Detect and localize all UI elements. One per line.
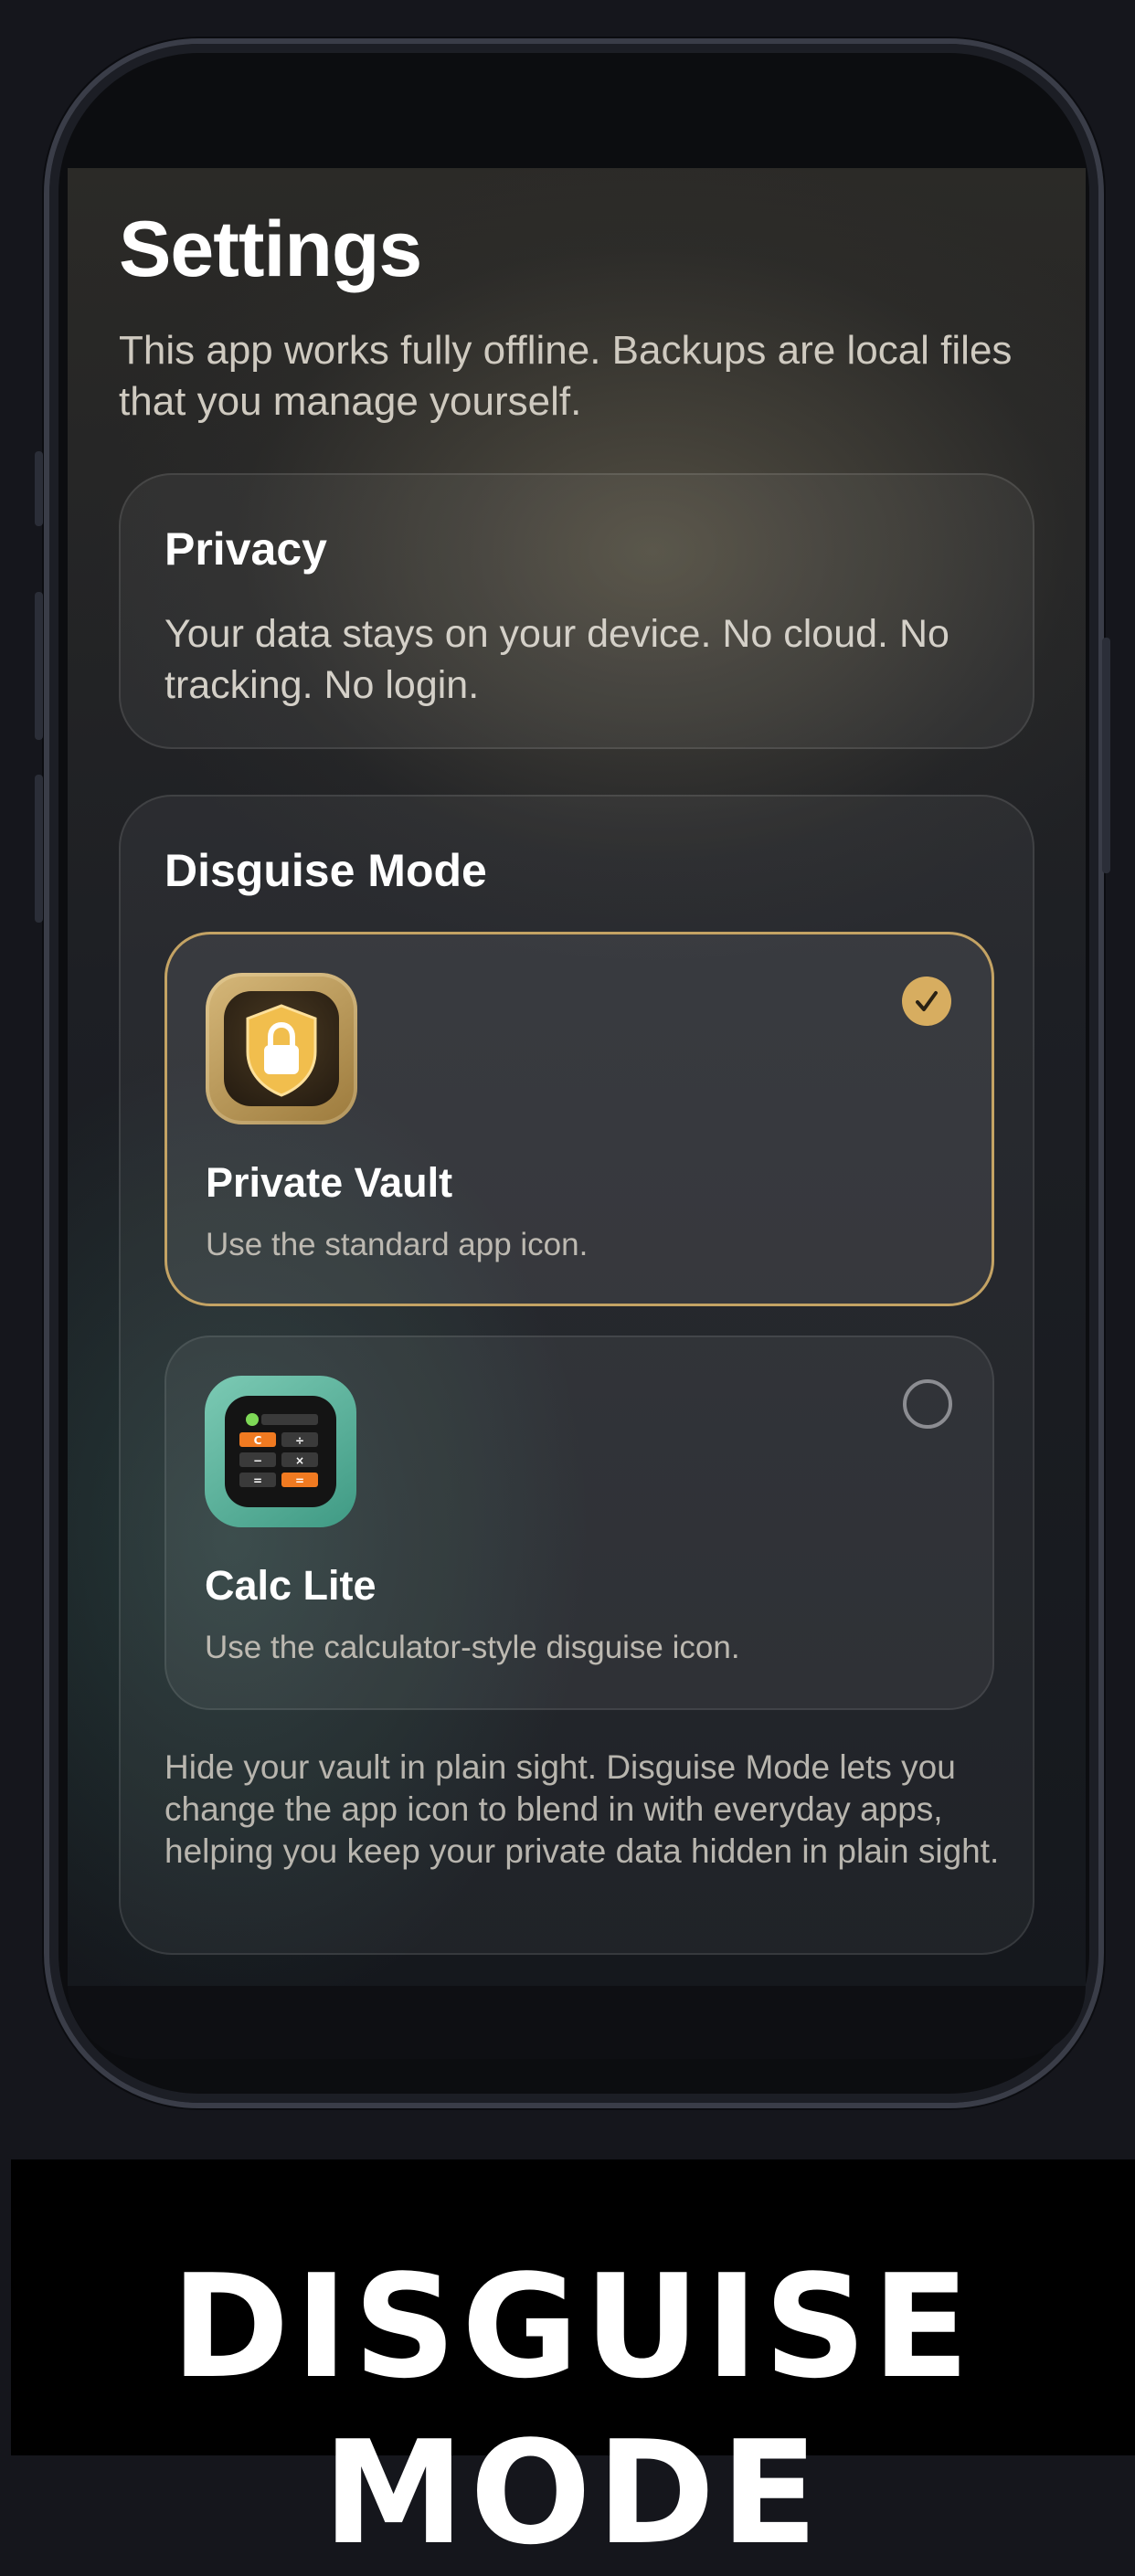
marketing-banner: DISGUISE MODE [11,2159,1135,2576]
page-title: Settings [119,206,422,293]
calc-key-divide: ÷ [295,1434,304,1447]
phone-volume-down-button [35,775,43,923]
privacy-text: Your data stays on your device. No cloud… [164,612,949,707]
calc-key-multiply: × [295,1454,304,1467]
calc-key-equals-2: = [295,1474,304,1487]
page-subtitle: This app works fully offline. Backups ar… [119,328,1013,424]
calc-key-c: C [254,1434,262,1447]
shield-lock-icon [206,973,357,1124]
privacy-card: Privacy Your data stays on your device. … [119,473,1034,749]
option-calc-lite[interactable]: C ÷ − × = = Calc Lite Use the calculator… [164,1336,994,1710]
option-name: Calc Lite [205,1562,377,1609]
disguise-mode-title: Disguise Mode [164,845,487,896]
phone-screen-bottom [68,1986,1086,2059]
calculator-icon: C ÷ − × = = [205,1376,356,1527]
phone-power-button [1102,638,1110,873]
disguise-mode-description: Hide your vault in plain sight. Disguise… [164,1748,1000,1870]
settings-screen: Settings This app works fully offline. B… [68,168,1086,1986]
option-description: Use the standard app icon. [206,1227,589,1262]
phone-volume-up-button [35,592,43,740]
option-description: Use the calculator-style disguise icon. [205,1630,740,1665]
calc-key-minus: − [253,1454,262,1467]
banner-text: DISGUISE MODE [171,2243,975,2576]
unselected-radio-icon [903,1379,952,1429]
privacy-title: Privacy [164,523,327,575]
option-private-vault[interactable]: Private Vault Use the standard app icon. [164,932,994,1306]
option-name: Private Vault [206,1159,453,1206]
phone-side-button [35,451,43,526]
disguise-mode-card: Disguise Mode Private Vault Use the stan… [119,795,1034,1955]
selected-check-icon [902,977,951,1026]
calc-key-equals-1: = [253,1474,262,1487]
